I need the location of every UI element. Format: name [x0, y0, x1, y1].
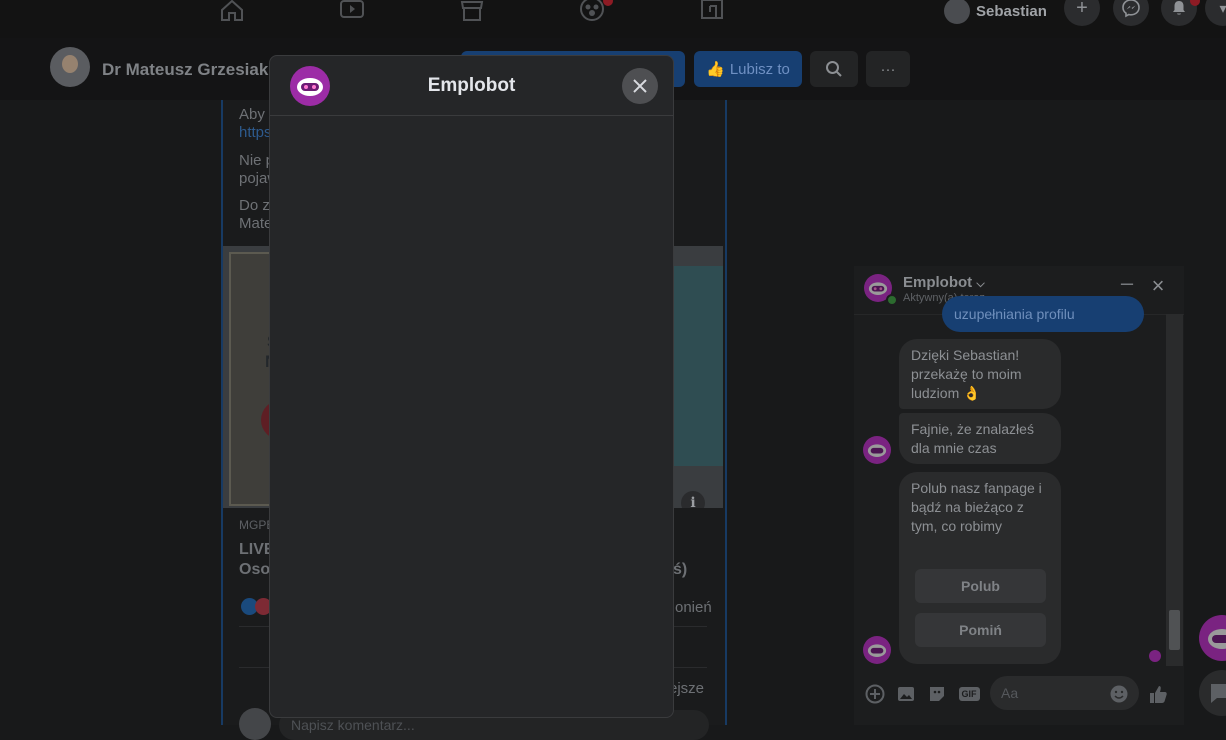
- avatar: [239, 708, 271, 740]
- chat-contact-name[interactable]: Emplobot ⌵: [903, 274, 985, 291]
- card-text: Polub nasz fanpage i bądź na bieżąco z t…: [911, 480, 1042, 534]
- chevron-down-icon: ⌵: [976, 278, 985, 290]
- emplobot-modal: Emplobot: [269, 55, 674, 718]
- modal-body: [270, 116, 673, 717]
- gif-label: GIF: [958, 687, 980, 701]
- close-icon[interactable]: ×: [1147, 275, 1169, 298]
- avatar: [944, 0, 970, 24]
- photo-icon[interactable]: [895, 683, 917, 705]
- chevron-down-icon: ▾: [1219, 0, 1226, 16]
- plus-icon: +: [1076, 0, 1088, 19]
- post-link[interactable]: https: [239, 124, 272, 142]
- info-icon[interactable]: i: [681, 491, 705, 508]
- minimize-icon[interactable]: –: [1116, 272, 1138, 298]
- messenger-icon: [1122, 0, 1140, 18]
- incoming-message: Fajnie, że znalazłeś dla mnie czas: [899, 413, 1061, 464]
- sticker-icon[interactable]: [926, 683, 948, 705]
- comment-sort[interactable]: ejsze: [669, 680, 704, 697]
- page-more-button[interactable]: ···: [866, 51, 910, 87]
- skip-quick-reply-button[interactable]: Pomiń: [915, 613, 1046, 647]
- online-indicator: [886, 294, 898, 306]
- watch-icon[interactable]: [338, 0, 366, 24]
- search-icon: [826, 61, 842, 77]
- top-navigation-bar: Sebastian + ▾: [0, 0, 1226, 38]
- marketplace-icon[interactable]: [458, 0, 486, 24]
- gaming-icon[interactable]: [698, 0, 726, 24]
- outgoing-message: uzupełniania profilu: [942, 296, 1144, 332]
- reactions-summary[interactable]: [241, 598, 272, 615]
- close-icon: [633, 79, 647, 93]
- like-quick-reply-button[interactable]: Polub: [915, 569, 1046, 603]
- groups-icon[interactable]: [578, 0, 606, 24]
- page-search-button[interactable]: [810, 51, 858, 87]
- post-text: Do z: [239, 197, 270, 214]
- emplobot-avatar: [863, 636, 891, 664]
- emplobot-chat-head[interactable]: [1199, 615, 1226, 661]
- robot-icon: [867, 444, 887, 457]
- add-icon[interactable]: [864, 683, 886, 705]
- read-receipt-avatar: [1149, 650, 1161, 662]
- close-button[interactable]: [622, 68, 658, 104]
- notifications-badge: [1190, 0, 1200, 6]
- emoji-icon[interactable]: [1108, 683, 1130, 705]
- page-avatar[interactable]: [50, 47, 90, 87]
- account-menu-button[interactable]: ▾: [1205, 0, 1226, 26]
- incoming-message: Dzięki Sebastian! przekażę to moim ludzi…: [899, 339, 1061, 409]
- robot-icon: [1208, 629, 1226, 649]
- modal-title: Emplobot: [427, 75, 516, 96]
- link-title[interactable]: ś): [673, 560, 687, 580]
- modal-header: Emplobot: [270, 56, 673, 116]
- chat-scrollbar-thumb[interactable]: [1169, 610, 1180, 650]
- shares-count[interactable]: onień: [675, 599, 712, 616]
- new-message-button[interactable]: [1199, 670, 1226, 716]
- compose-icon: [1211, 684, 1226, 703]
- thumbs-up-icon: 👍: [706, 61, 725, 78]
- post-text: Mate: [239, 215, 273, 232]
- create-button[interactable]: +: [1064, 0, 1100, 26]
- emplobot-avatar: [863, 436, 891, 464]
- gif-icon[interactable]: GIF: [957, 683, 981, 705]
- link-title[interactable]: Oso: [239, 560, 270, 580]
- thumbs-up-icon[interactable]: [1147, 683, 1169, 705]
- like-page-button[interactable]: 👍 Lubisz to: [694, 51, 802, 87]
- bell-icon: [1173, 1, 1185, 15]
- page-title[interactable]: Dr Mateusz Grzesiak: [102, 60, 268, 80]
- messenger-button[interactable]: [1113, 0, 1149, 26]
- user-name: Sebastian: [976, 2, 1047, 20]
- profile-shortcut[interactable]: Sebastian: [944, 0, 1047, 24]
- home-icon[interactable]: [218, 0, 246, 24]
- robot-icon: [867, 644, 887, 657]
- more-icon: ···: [880, 60, 896, 78]
- groups-notification-badge: [603, 0, 613, 6]
- like-page-label: Lubisz to: [729, 60, 790, 78]
- post-text: Aby: [239, 106, 265, 123]
